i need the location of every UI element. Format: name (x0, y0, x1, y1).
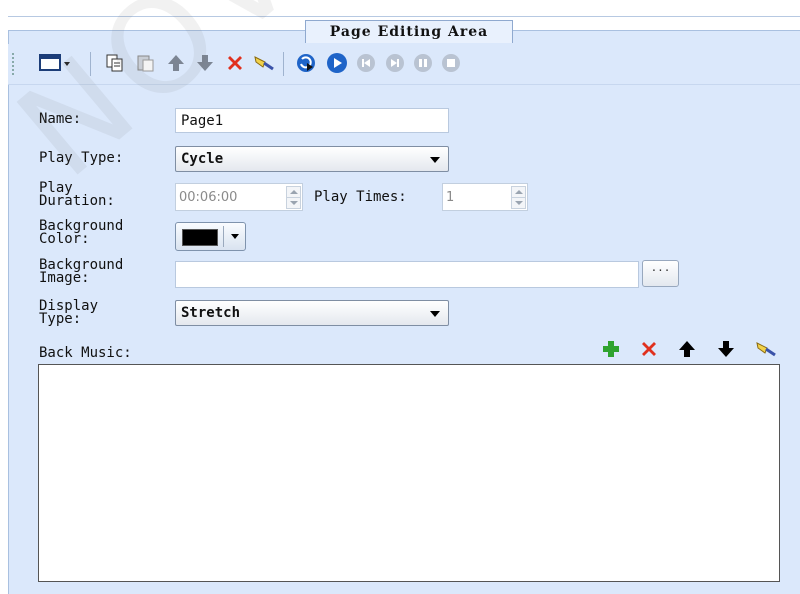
move-up-button[interactable] (165, 52, 187, 74)
stop-button[interactable] (440, 52, 462, 74)
toolbar-grip[interactable] (12, 53, 14, 75)
arrow-down-icon (718, 341, 734, 357)
spin-down-icon[interactable] (512, 198, 525, 209)
spin-up-icon[interactable] (512, 187, 525, 198)
play-duration-value: 00:06:00 (179, 189, 238, 205)
move-down-button[interactable] (194, 52, 216, 74)
arrow-up-icon (168, 55, 184, 71)
toolbar-separator (283, 52, 284, 76)
play-times-field[interactable]: 1 (442, 183, 528, 211)
clear-music-button[interactable] (755, 338, 777, 360)
delete-button[interactable] (224, 52, 246, 74)
last-button[interactable] (384, 52, 406, 74)
window-dropdown-icon (39, 54, 70, 71)
copy-button[interactable] (104, 52, 126, 74)
play-times-value: 1 (446, 189, 455, 205)
panel-title: Page Editing Area (305, 20, 513, 43)
play-type-label: Play Type: (39, 150, 124, 166)
move-music-up-button[interactable] (676, 338, 698, 360)
toolbar-separator (90, 52, 91, 76)
display-type-label: Display Type: (39, 298, 99, 327)
play-button[interactable] (326, 52, 348, 74)
chevron-down-icon (430, 157, 440, 163)
name-label: Name: (39, 111, 82, 127)
delete-icon (642, 342, 656, 356)
color-swatch (182, 229, 218, 246)
add-icon (603, 341, 619, 357)
delete-music-button[interactable] (638, 338, 660, 360)
background-image-field[interactable] (175, 261, 639, 288)
paste-button[interactable] (135, 52, 157, 74)
move-music-down-button[interactable] (715, 338, 737, 360)
arrow-down-icon (197, 55, 213, 71)
background-color-picker[interactable] (175, 222, 246, 251)
back-music-label: Back Music: (39, 345, 132, 361)
chevron-down-icon (430, 311, 440, 317)
skip-back-icon (357, 54, 375, 72)
paste-icon (137, 55, 154, 72)
skip-forward-icon (386, 54, 404, 72)
spin-down-icon[interactable] (287, 198, 300, 209)
browse-button[interactable]: ··· (642, 260, 679, 287)
chevron-down-icon (231, 234, 239, 239)
add-music-button[interactable] (600, 338, 622, 360)
play-type-select[interactable]: Cycle (175, 146, 449, 172)
clear-button[interactable] (253, 52, 275, 74)
display-type-value: Stretch (181, 305, 241, 321)
play-icon (327, 53, 347, 73)
red-x-icon (228, 56, 242, 70)
name-field[interactable]: Page1 (175, 108, 449, 133)
new-page-button[interactable] (38, 52, 74, 74)
copy-icon (106, 54, 123, 72)
spin-up-icon[interactable] (287, 187, 300, 198)
toolbar (8, 44, 800, 85)
background-image-label: Background Image: (39, 257, 124, 286)
play-duration-label: Play Duration: (39, 180, 115, 209)
play-times-spinner[interactable] (511, 186, 526, 209)
play-type-value: Cycle (181, 151, 224, 167)
play-duration-field[interactable]: 00:06:00 (175, 183, 303, 211)
top-rule (8, 16, 800, 17)
refresh-play-button[interactable] (295, 52, 317, 74)
first-button[interactable] (355, 52, 377, 74)
play-times-label: Play Times: (314, 189, 407, 205)
display-type-select[interactable]: Stretch (175, 300, 449, 326)
stop-icon (442, 54, 460, 72)
pause-button[interactable] (412, 52, 434, 74)
arrow-up-icon (679, 341, 695, 357)
background-color-label: Background Color: (39, 218, 124, 247)
broom-icon (254, 56, 274, 71)
broom-icon (756, 342, 776, 357)
play-refresh-icon (297, 54, 315, 72)
pause-icon (414, 54, 432, 72)
play-duration-spinner[interactable] (286, 186, 301, 209)
back-music-list[interactable] (38, 364, 780, 582)
